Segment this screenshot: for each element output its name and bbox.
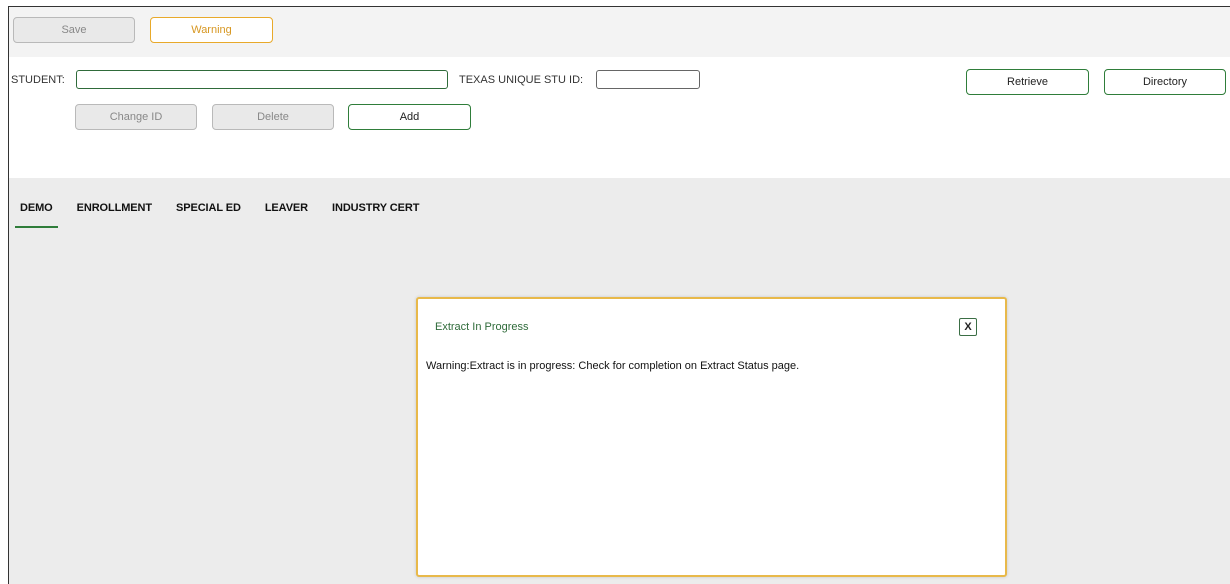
tab-bar: DEMO ENROLLMENT SPECIAL ED LEAVER INDUST… xyxy=(15,198,438,228)
student-label: STUDENT: xyxy=(11,74,65,86)
tab-leaver[interactable]: LEAVER xyxy=(260,198,313,228)
app-frame: Save Warning STUDENT: TEXAS UNIQUE STU I… xyxy=(8,6,1230,584)
tab-industry-cert[interactable]: INDUSTRY CERT xyxy=(327,198,424,228)
add-button[interactable]: Add xyxy=(348,104,471,130)
extract-in-progress-dialog: Extract In Progress X Warning:Extract is… xyxy=(416,297,1007,577)
dialog-message: Warning:Extract is in progress: Check fo… xyxy=(426,360,800,372)
texas-unique-stu-id-label: TEXAS UNIQUE STU ID: xyxy=(459,74,584,86)
tab-enrollment[interactable]: ENROLLMENT xyxy=(72,198,157,228)
warning-button[interactable]: Warning xyxy=(150,17,273,43)
dialog-title: Extract In Progress xyxy=(435,321,529,333)
header-area: Save Warning STUDENT: TEXAS UNIQUE STU I… xyxy=(9,7,1230,178)
student-input[interactable] xyxy=(76,70,448,89)
texas-unique-stu-id-input[interactable] xyxy=(596,70,700,89)
change-id-button[interactable]: Change ID xyxy=(75,104,197,130)
save-button[interactable]: Save xyxy=(13,17,135,43)
content-area: DEMO ENROLLMENT SPECIAL ED LEAVER INDUST… xyxy=(9,178,1230,584)
toolbar: Save Warning xyxy=(9,7,1230,57)
tab-special-ed[interactable]: SPECIAL ED xyxy=(171,198,246,228)
directory-button[interactable]: Directory xyxy=(1104,69,1226,95)
tab-demo[interactable]: DEMO xyxy=(15,198,58,228)
delete-button[interactable]: Delete xyxy=(212,104,334,130)
close-icon[interactable]: X xyxy=(959,318,977,336)
retrieve-button[interactable]: Retrieve xyxy=(966,69,1089,95)
